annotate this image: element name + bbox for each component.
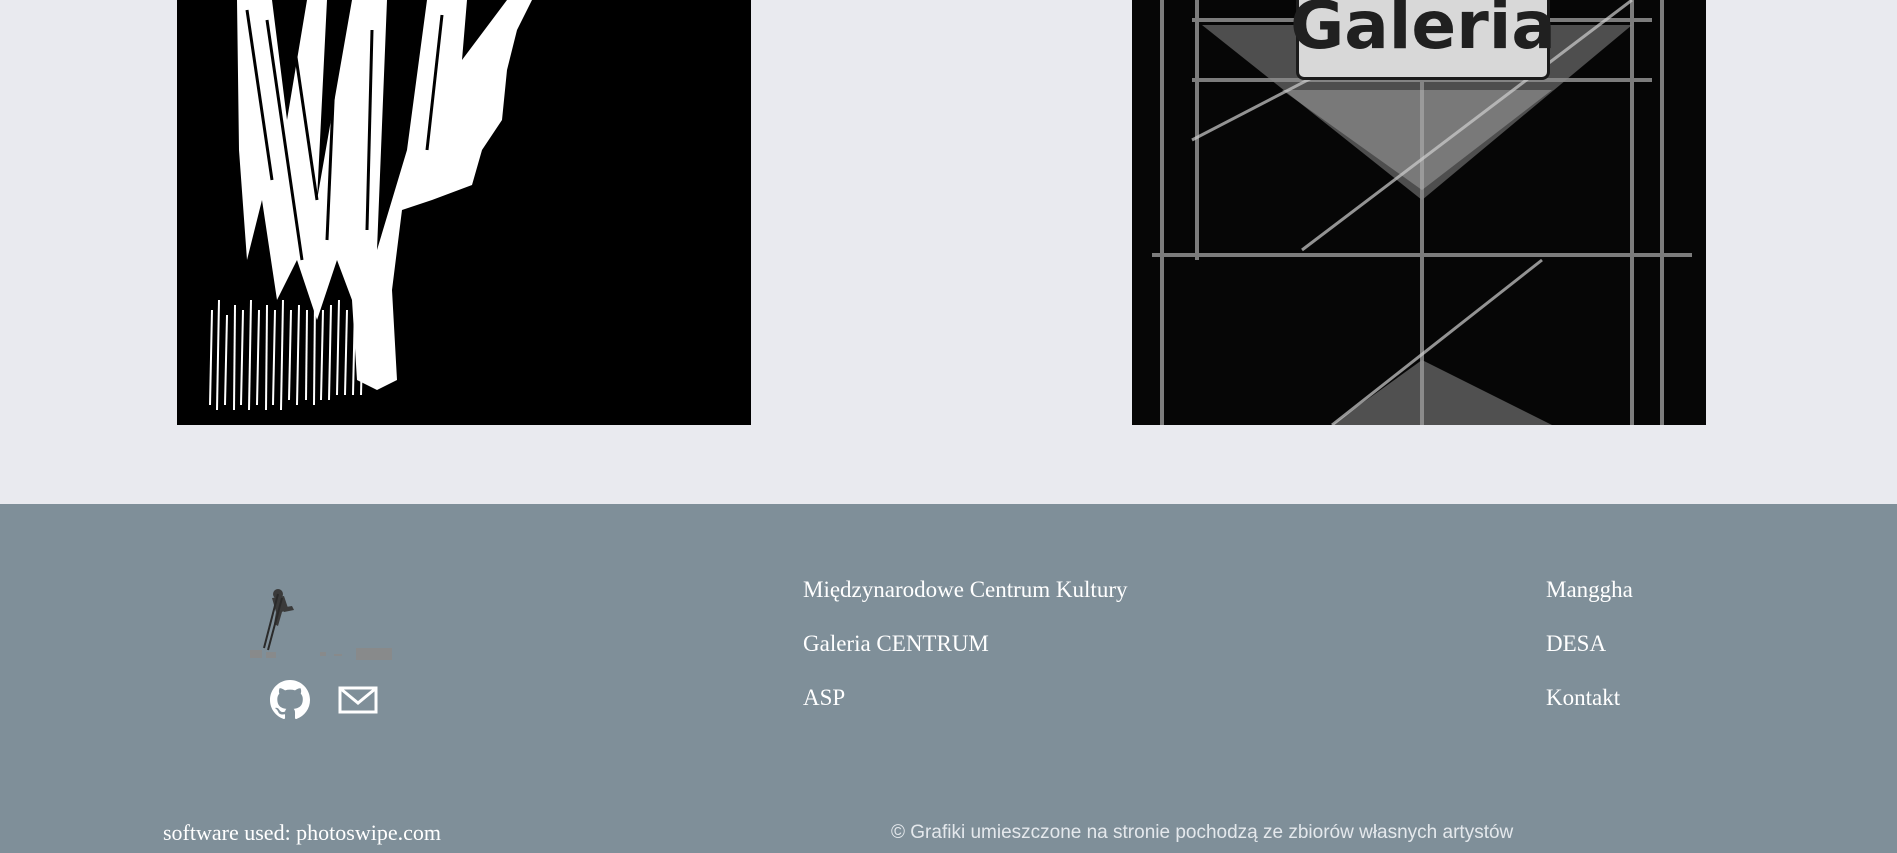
copyright-notice: © Grafiki umieszczone na stronie pochodz… <box>891 822 1514 843</box>
link-galeria-centrum[interactable]: Galeria CENTRUM <box>803 630 1127 657</box>
software-credit: software used: photoswipe.com <box>163 820 441 845</box>
link-asp[interactable]: ASP <box>803 684 1127 711</box>
site-footer: Międzynarodowe Centrum Kultury Galeria C… <box>0 504 1897 853</box>
link-kontakt[interactable]: Kontakt <box>1546 684 1633 711</box>
social-links <box>270 680 378 720</box>
footer-links-more: Manggha DESA Kontakt <box>1546 576 1633 711</box>
artwork-woodcut-image[interactable] <box>177 0 751 425</box>
mail-icon[interactable] <box>338 680 378 720</box>
github-icon[interactable] <box>270 680 310 720</box>
gallery-button[interactable]: Galeria <box>1290 0 1556 80</box>
link-manggha[interactable]: Manggha <box>1546 576 1633 603</box>
footer-links-partners: Międzynarodowe Centrum Kultury Galeria C… <box>803 576 1127 711</box>
link-desa[interactable]: DESA <box>1546 630 1633 657</box>
link-mck[interactable]: Międzynarodowe Centrum Kultury <box>803 576 1127 603</box>
gallery-section: Galeria <box>0 0 1897 504</box>
ski-jumper-logo[interactable] <box>244 586 404 666</box>
